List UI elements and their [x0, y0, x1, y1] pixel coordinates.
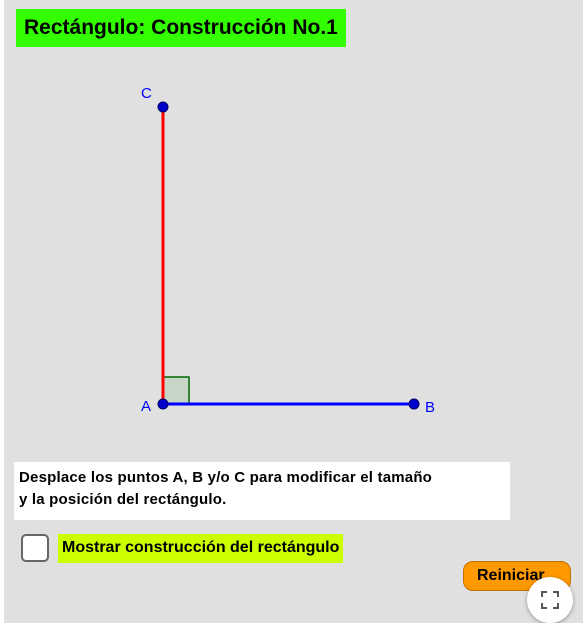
point-b[interactable] [408, 398, 420, 410]
geometry-canvas[interactable]: C A B [4, 0, 583, 623]
fullscreen-button[interactable] [527, 577, 573, 623]
point-c[interactable] [157, 101, 169, 113]
show-construction-label[interactable]: Mostrar construcción del rectángulo [58, 534, 344, 563]
show-construction-checkbox[interactable] [21, 534, 49, 562]
instructions-text: Desplace los puntos A, B y/o C para modi… [14, 462, 510, 520]
page-title: Rectángulo: Construcción No.1 [16, 9, 346, 47]
point-a-label: A [141, 398, 151, 415]
geogebra-applet: C A B Rectángulo: Construcción No.1 Desp… [4, 0, 583, 623]
fullscreen-icon [541, 591, 559, 609]
right-angle-mark [162, 376, 190, 405]
instructions-line-2: y la posición del rectángulo. [19, 491, 227, 508]
instructions-line-1: Desplace los puntos A, B y/o C para modi… [19, 469, 433, 486]
point-a[interactable] [157, 398, 169, 410]
point-c-label: C [141, 85, 152, 102]
point-b-label: B [425, 399, 435, 416]
